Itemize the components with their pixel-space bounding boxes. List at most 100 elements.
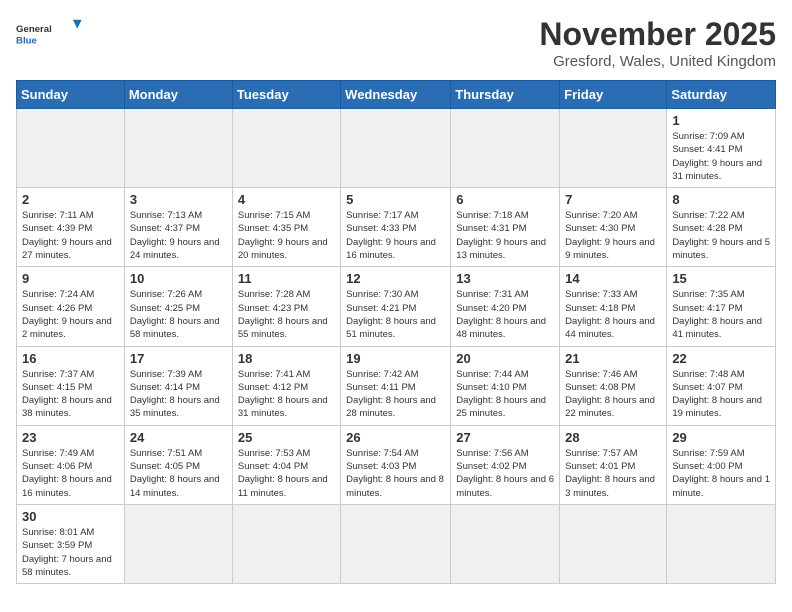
day-number: 2 [22, 192, 119, 207]
day-info: Sunrise: 7:39 AM Sunset: 4:14 PM Dayligh… [130, 368, 227, 421]
calendar-cell [667, 504, 776, 583]
calendar-cell: 24 Sunrise: 7:51 AM Sunset: 4:05 PM Dayli… [124, 425, 232, 504]
calendar-cell: 10Sunrise: 7:26 AM Sunset: 4:25 PM Dayli… [124, 267, 232, 346]
col-wednesday: Wednesday [341, 81, 451, 109]
calendar-cell: 12Sunrise: 7:30 AM Sunset: 4:21 PM Dayli… [341, 267, 451, 346]
col-monday: Monday [124, 81, 232, 109]
calendar-cell: 22 Sunrise: 7:48 AM Sunset: 4:07 PM Dayli… [667, 346, 776, 425]
day-info: Sunrise: 7:33 AM Sunset: 4:18 PM Dayligh… [565, 288, 661, 341]
day-number: 17 [130, 351, 227, 366]
day-number: 4 [238, 192, 335, 207]
calendar-week-4: 16Sunrise: 7:37 AM Sunset: 4:15 PM Dayli… [17, 346, 776, 425]
day-info: Sunrise: 7:35 AM Sunset: 4:17 PM Dayligh… [672, 288, 770, 341]
col-friday: Friday [560, 81, 667, 109]
calendar-week-2: 2 Sunrise: 7:11 AM Sunset: 4:39 PM Daylig… [17, 188, 776, 267]
svg-text:Blue: Blue [16, 35, 37, 46]
day-number: 23 [22, 430, 119, 445]
calendar-cell: 8Sunrise: 7:22 AM Sunset: 4:28 PM Daylig… [667, 188, 776, 267]
calendar-cell: 2 Sunrise: 7:11 AM Sunset: 4:39 PM Daylig… [17, 188, 125, 267]
day-number: 30 [22, 509, 119, 524]
day-number: 8 [672, 192, 770, 207]
day-info: Sunrise: 7:44 AM Sunset: 4:10 PM Dayligh… [456, 368, 554, 421]
col-saturday: Saturday [667, 81, 776, 109]
day-number: 22 [672, 351, 770, 366]
calendar-cell: 29 Sunrise: 7:59 AM Sunset: 4:00 PM Dayli… [667, 425, 776, 504]
day-info: Sunrise: 7:20 AM Sunset: 4:30 PM Dayligh… [565, 209, 661, 262]
calendar-cell: 1Sunrise: 7:09 AM Sunset: 4:41 PM Daylig… [667, 109, 776, 188]
day-number: 20 [456, 351, 554, 366]
calendar-cell: 30 Sunrise: 8:01 AM Sunset: 3:59 PM Dayli… [17, 504, 125, 583]
day-info: Sunrise: 7:31 AM Sunset: 4:20 PM Dayligh… [456, 288, 554, 341]
calendar-cell [232, 504, 340, 583]
day-number: 12 [346, 271, 445, 286]
month-title: November 2025 [539, 16, 776, 53]
calendar-cell: 16Sunrise: 7:37 AM Sunset: 4:15 PM Dayli… [17, 346, 125, 425]
day-number: 28 [565, 430, 661, 445]
calendar-cell: 13 Sunrise: 7:31 AM Sunset: 4:20 PM Dayli… [451, 267, 560, 346]
calendar-cell: 11 Sunrise: 7:28 AM Sunset: 4:23 PM Dayli… [232, 267, 340, 346]
day-info: Sunrise: 7:42 AM Sunset: 4:11 PM Dayligh… [346, 368, 445, 421]
day-info: Sunrise: 7:49 AM Sunset: 4:06 PM Dayligh… [22, 447, 119, 500]
calendar-cell: 7 Sunrise: 7:20 AM Sunset: 4:30 PM Daylig… [560, 188, 667, 267]
day-number: 16 [22, 351, 119, 366]
calendar-cell [560, 109, 667, 188]
day-number: 14 [565, 271, 661, 286]
day-number: 6 [456, 192, 554, 207]
location-title: Gresford, Wales, United Kingdom [539, 53, 776, 70]
col-tuesday: Tuesday [232, 81, 340, 109]
day-info: Sunrise: 7:17 AM Sunset: 4:33 PM Dayligh… [346, 209, 445, 262]
day-number: 13 [456, 271, 554, 286]
day-info: Sunrise: 7:57 AM Sunset: 4:01 PM Dayligh… [565, 447, 661, 500]
calendar-cell: 4Sunrise: 7:15 AM Sunset: 4:35 PM Daylig… [232, 188, 340, 267]
calendar-week-1: 1Sunrise: 7:09 AM Sunset: 4:41 PM Daylig… [17, 109, 776, 188]
day-info: Sunrise: 7:13 AM Sunset: 4:37 PM Dayligh… [130, 209, 227, 262]
day-info: Sunrise: 8:01 AM Sunset: 3:59 PM Dayligh… [22, 526, 119, 579]
logo-svg: General Blue [16, 16, 86, 48]
calendar-cell [124, 109, 232, 188]
day-number: 25 [238, 430, 335, 445]
calendar-cell: 6 Sunrise: 7:18 AM Sunset: 4:31 PM Daylig… [451, 188, 560, 267]
day-info: Sunrise: 7:54 AM Sunset: 4:03 PM Dayligh… [346, 447, 445, 500]
calendar-week-3: 9Sunrise: 7:24 AM Sunset: 4:26 PM Daylig… [17, 267, 776, 346]
calendar-cell: 28 Sunrise: 7:57 AM Sunset: 4:01 PM Dayli… [560, 425, 667, 504]
day-number: 27 [456, 430, 554, 445]
calendar-week-5: 23 Sunrise: 7:49 AM Sunset: 4:06 PM Dayli… [17, 425, 776, 504]
calendar-cell: 27 Sunrise: 7:56 AM Sunset: 4:02 PM Dayli… [451, 425, 560, 504]
day-info: Sunrise: 7:28 AM Sunset: 4:23 PM Dayligh… [238, 288, 335, 341]
day-info: Sunrise: 7:48 AM Sunset: 4:07 PM Dayligh… [672, 368, 770, 421]
day-number: 29 [672, 430, 770, 445]
calendar-cell: 14 Sunrise: 7:33 AM Sunset: 4:18 PM Dayli… [560, 267, 667, 346]
header-row: Sunday Monday Tuesday Wednesday Thursday… [17, 81, 776, 109]
day-info: Sunrise: 7:11 AM Sunset: 4:39 PM Dayligh… [22, 209, 119, 262]
calendar-cell: 5 Sunrise: 7:17 AM Sunset: 4:33 PM Daylig… [341, 188, 451, 267]
day-number: 9 [22, 271, 119, 286]
calendar-cell: 18 Sunrise: 7:41 AM Sunset: 4:12 PM Dayli… [232, 346, 340, 425]
day-number: 5 [346, 192, 445, 207]
day-info: Sunrise: 7:59 AM Sunset: 4:00 PM Dayligh… [672, 447, 770, 500]
calendar-cell: 9Sunrise: 7:24 AM Sunset: 4:26 PM Daylig… [17, 267, 125, 346]
day-info: Sunrise: 7:41 AM Sunset: 4:12 PM Dayligh… [238, 368, 335, 421]
calendar-cell: 17 Sunrise: 7:39 AM Sunset: 4:14 PM Dayli… [124, 346, 232, 425]
day-number: 3 [130, 192, 227, 207]
col-sunday: Sunday [17, 81, 125, 109]
day-number: 26 [346, 430, 445, 445]
calendar-table: Sunday Monday Tuesday Wednesday Thursday… [16, 80, 776, 584]
day-number: 7 [565, 192, 661, 207]
calendar-cell: 19Sunrise: 7:42 AM Sunset: 4:11 PM Dayli… [341, 346, 451, 425]
calendar-cell [341, 504, 451, 583]
day-number: 18 [238, 351, 335, 366]
page-header: General Blue November 2025 Gresford, Wal… [16, 16, 776, 70]
day-number: 11 [238, 271, 335, 286]
day-info: Sunrise: 7:18 AM Sunset: 4:31 PM Dayligh… [456, 209, 554, 262]
calendar-cell [341, 109, 451, 188]
calendar-cell [124, 504, 232, 583]
svg-text:General: General [16, 24, 52, 35]
calendar-cell: 3 Sunrise: 7:13 AM Sunset: 4:37 PM Daylig… [124, 188, 232, 267]
day-number: 24 [130, 430, 227, 445]
day-info: Sunrise: 7:56 AM Sunset: 4:02 PM Dayligh… [456, 447, 554, 500]
day-number: 15 [672, 271, 770, 286]
calendar-cell [451, 504, 560, 583]
day-info: Sunrise: 7:51 AM Sunset: 4:05 PM Dayligh… [130, 447, 227, 500]
calendar-cell: 26 Sunrise: 7:54 AM Sunset: 4:03 PM Dayli… [341, 425, 451, 504]
day-info: Sunrise: 7:53 AM Sunset: 4:04 PM Dayligh… [238, 447, 335, 500]
